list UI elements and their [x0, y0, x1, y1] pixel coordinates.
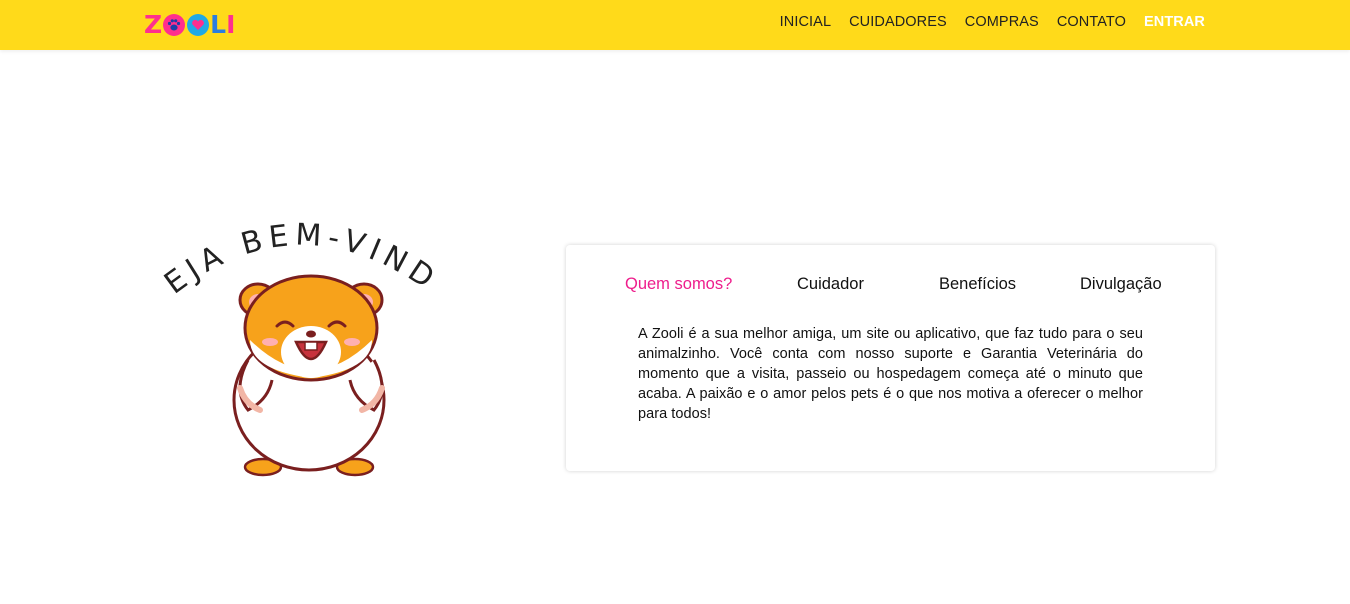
tab-quem-somos[interactable]: Quem somos? — [625, 275, 732, 294]
hamster-icon — [232, 274, 386, 477]
heart-icon — [187, 14, 210, 36]
paw-icon — [163, 14, 186, 36]
tab-beneficios[interactable]: Benefícios — [939, 275, 1016, 294]
info-card: Quem somos? Cuidador Benefícios Divulgaç… — [566, 245, 1215, 471]
nav-inicial[interactable]: INICIAL — [780, 14, 831, 30]
nav-entrar[interactable]: ENTRAR — [1144, 14, 1205, 30]
navbar: Z L I INICIAL CUIDADORES COMPRAS CONTATO… — [0, 0, 1350, 50]
nav-contato[interactable]: CONTATO — [1057, 14, 1126, 30]
zooli-logo[interactable]: Z L I — [144, 11, 235, 39]
tab-divulgacao[interactable]: Divulgação — [1080, 275, 1162, 294]
main-nav: INICIAL CUIDADORES COMPRAS CONTATO ENTRA… — [780, 14, 1205, 30]
welcome-illustration: SEJA BEM-VINDO — [135, 173, 460, 490]
tab-cuidador[interactable]: Cuidador — [797, 275, 864, 294]
nav-compras[interactable]: COMPRAS — [965, 14, 1039, 30]
about-text: A Zooli é a sua melhor amiga, um site ou… — [638, 326, 1143, 422]
nav-cuidadores[interactable]: CUIDADORES — [849, 14, 947, 30]
info-tabs: Quem somos? Cuidador Benefícios Divulgaç… — [566, 275, 1215, 299]
